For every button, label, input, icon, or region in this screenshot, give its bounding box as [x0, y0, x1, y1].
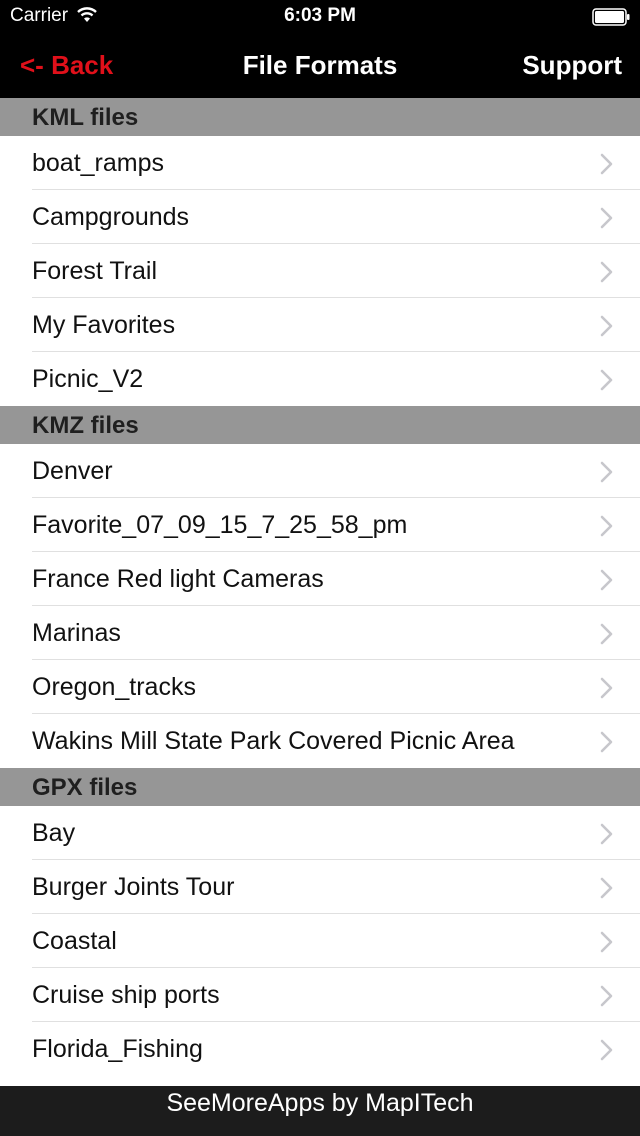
chevron-right-icon: [600, 261, 613, 283]
clock: 6:03 PM: [284, 5, 356, 26]
battery-icon: [592, 8, 630, 26]
file-row[interactable]: Marinas: [0, 606, 640, 660]
file-row[interactable]: Florida_Fishing: [0, 1022, 640, 1076]
file-row[interactable]: Forest Trail: [0, 244, 640, 298]
file-row[interactable]: My Favorites: [0, 298, 640, 352]
chevron-right-icon: [600, 315, 613, 337]
file-row[interactable]: Favorite_07_09_15_7_25_58_pm: [0, 498, 640, 552]
chevron-right-icon: [600, 623, 613, 645]
file-row[interactable]: Bay: [0, 806, 640, 860]
file-row[interactable]: boat_ramps: [0, 136, 640, 190]
chevron-right-icon: [600, 931, 613, 953]
file-name: Campgrounds: [32, 203, 190, 231]
file-name: Denver: [32, 457, 113, 485]
chevron-right-icon: [600, 515, 613, 537]
chevron-right-icon: [600, 731, 613, 753]
file-name: Cruise ship ports: [32, 981, 220, 1009]
chevron-right-icon: [600, 823, 613, 845]
chevron-right-icon: [600, 207, 613, 229]
footer-label: SeeMoreApps by MapITech: [166, 1089, 474, 1117]
section-header: GPX files: [0, 768, 640, 806]
file-row[interactable]: Denver: [0, 444, 640, 498]
chevron-right-icon: [600, 569, 613, 591]
file-name: boat_ramps: [32, 149, 165, 177]
file-row[interactable]: Cruise ship ports: [0, 968, 640, 1022]
file-name: Coastal: [32, 927, 117, 955]
file-row[interactable]: Oregon_tracks: [0, 660, 640, 714]
file-name: Oregon_tracks: [32, 673, 196, 701]
chevron-right-icon: [600, 1039, 613, 1061]
status-bar: Carrier 6:03 PM: [0, 0, 640, 34]
file-list[interactable]: KML files boat_ramps Campgrounds Forest Tra…: [0, 98, 640, 1086]
chevron-right-icon: [600, 461, 613, 483]
chevron-right-icon: [600, 369, 613, 391]
file-row[interactable]: Campgrounds: [0, 190, 640, 244]
file-name: France Red light Cameras: [32, 565, 324, 593]
chevron-right-icon: [600, 877, 613, 899]
file-name: Picnic_V2: [32, 365, 144, 393]
file-name: Marinas: [32, 619, 121, 647]
file-row[interactable]: Burger Joints Tour: [0, 860, 640, 914]
file-name: Florida_Fishing: [32, 1035, 203, 1063]
file-name: Burger Joints Tour: [32, 873, 235, 901]
file-row[interactable]: Coastal: [0, 914, 640, 968]
section-header: KML files: [0, 98, 640, 136]
file-name: Favorite_07_09_15_7_25_58_pm: [32, 511, 408, 539]
file-name: Forest Trail: [32, 257, 158, 285]
chevron-right-icon: [600, 153, 613, 175]
file-name: My Favorites: [32, 311, 176, 339]
back-button[interactable]: <- Back: [20, 50, 113, 81]
file-row[interactable]: France Red light Cameras: [0, 552, 640, 606]
file-row[interactable]: Picnic_V2: [0, 352, 640, 406]
chevron-right-icon: [600, 677, 613, 699]
file-name: Wakins Mill State Park Covered Picnic Ar…: [32, 727, 515, 755]
footer-banner[interactable]: SeeMoreApps by MapITech: [0, 1086, 640, 1136]
file-row[interactable]: Wakins Mill State Park Covered Picnic Ar…: [0, 714, 640, 768]
chevron-right-icon: [600, 985, 613, 1007]
support-button[interactable]: Support: [522, 50, 622, 81]
section-header: KMZ files: [0, 406, 640, 444]
file-name: Bay: [32, 819, 76, 847]
navigation-bar: <- Back File Formats Support: [0, 34, 640, 98]
